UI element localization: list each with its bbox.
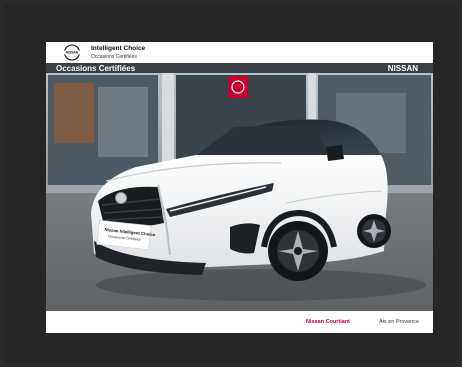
showroom-red-panel	[228, 76, 248, 98]
storefront-left-sign: Occasions Certifiées	[56, 64, 136, 73]
logo-text: NISSAN	[66, 51, 79, 55]
dealer-name: Nissan Courtiant	[306, 319, 351, 325]
listing-photo-card[interactable]: NISSAN Intelligent Choice Occasions Cert…	[46, 42, 433, 333]
dealer-city: Aix en Provence	[379, 319, 420, 325]
brand-subtitle: Occasions Certifiées	[91, 54, 137, 60]
rear-wheel	[357, 214, 391, 248]
brand-title: Intelligent Choice	[91, 45, 146, 52]
photo-header: NISSAN Intelligent Choice Occasions Cert…	[46, 42, 433, 63]
image-frame: NISSAN Intelligent Choice Occasions Cert…	[4, 4, 458, 363]
photo-footer: Nissan Courtiant Aix en Provence	[46, 311, 433, 333]
storefront-right-sign: NISSAN	[388, 64, 418, 73]
car-photo: Occasions Certifiées NISSAN Nissan Intel…	[46, 63, 433, 311]
front-wheel	[268, 221, 328, 281]
nissan-logo-icon: NISSAN	[62, 44, 82, 61]
